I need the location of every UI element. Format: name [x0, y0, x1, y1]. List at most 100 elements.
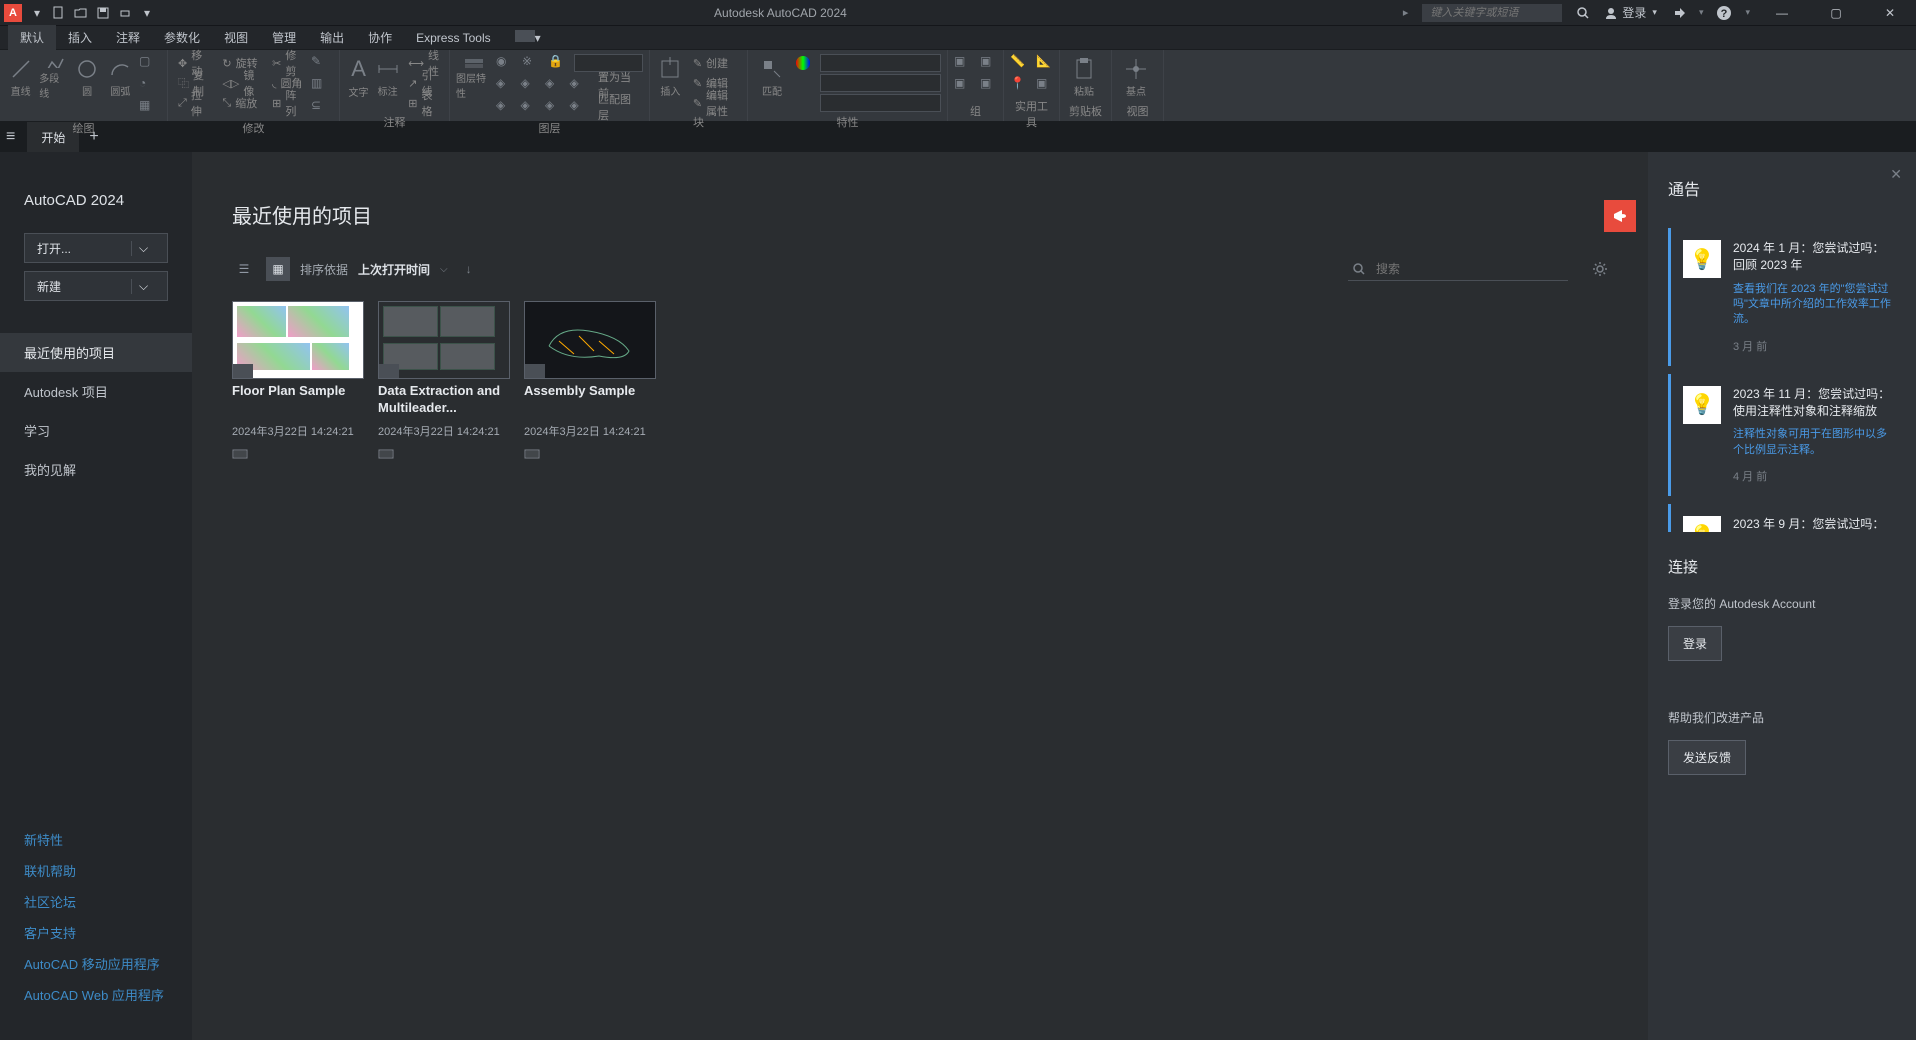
new-file-icon[interactable] [50, 4, 68, 22]
layer-btn-2[interactable]: ※ [522, 54, 544, 74]
draw-more-2[interactable]: ◔ [139, 76, 161, 96]
link-mobile[interactable]: AutoCAD 移动应用程序 [24, 948, 168, 979]
settings-icon[interactable] [1592, 261, 1608, 277]
project-card[interactable]: Floor Plan Sample 2024年3月22日 14:24:21 [232, 301, 364, 459]
close-panel-button[interactable]: ✕ [1890, 166, 1902, 183]
draw-more-3[interactable]: ▦ [139, 98, 161, 118]
paste-button[interactable]: 粘贴 [1066, 54, 1102, 100]
minimize-button[interactable]: — [1760, 0, 1804, 26]
qat-dropdown[interactable]: ▾ [28, 4, 46, 22]
menu-collab[interactable]: 协作 [356, 25, 404, 50]
menu-output[interactable]: 输出 [308, 25, 356, 50]
stretch-button[interactable]: ⤢ 拉伸 [174, 94, 214, 112]
sidebar-nav-autodesk[interactable]: Autodesk 项目 [0, 372, 192, 411]
line-button[interactable]: 直线 [6, 54, 35, 100]
layer-btn-4[interactable]: ◈ [496, 76, 517, 96]
layer-btn-9[interactable]: ◈ [521, 98, 542, 118]
group-2[interactable]: ▣ [954, 76, 976, 96]
login-button[interactable]: 登录 [1668, 626, 1722, 661]
login-menu[interactable]: 登录 ▾ [1604, 4, 1657, 21]
group-1[interactable]: ▣ [954, 54, 976, 74]
open-file-icon[interactable] [72, 4, 90, 22]
open-dropdown[interactable]: ⌵ [131, 241, 155, 256]
props-color[interactable] [794, 54, 816, 74]
util-1[interactable]: 📏 [1010, 54, 1032, 74]
notification-item[interactable]: 💡 2024 年 1 月：您尝试过吗：回顾 2023 年 查看我们在 2023 … [1668, 228, 1896, 366]
layer-btn-1[interactable]: ◉ [496, 54, 518, 74]
help-search-input[interactable] [1422, 4, 1562, 22]
layer-btn-7[interactable]: ◈ [570, 76, 591, 96]
new-button[interactable]: 新建 ⌵ [24, 271, 168, 301]
link-whatsnew[interactable]: 新特性 [24, 824, 168, 855]
polyline-button[interactable]: 多段线 [39, 54, 68, 100]
menu-default[interactable]: 默认 [8, 25, 56, 50]
match-props-button[interactable]: 匹配 [754, 54, 790, 100]
layer-match[interactable]: 匹配图层 [594, 98, 643, 116]
menu-insert[interactable]: 插入 [56, 25, 104, 50]
new-dropdown[interactable]: ⌵ [131, 279, 155, 294]
layer-btn-11[interactable]: ◈ [570, 98, 591, 118]
util-2[interactable]: 📍 [1010, 76, 1032, 96]
group-4[interactable]: ▣ [980, 76, 1002, 96]
circle-button[interactable]: 圆 [73, 54, 102, 100]
scale-button[interactable]: ⤡ 缩放 [218, 94, 264, 112]
basepoint-button[interactable]: 基点 [1118, 54, 1154, 100]
sort-direction-icon[interactable]: ↓ [466, 262, 472, 276]
menu-annotate[interactable]: 注释 [104, 25, 152, 50]
block-attr[interactable]: ✎ 编辑属性 [689, 94, 741, 112]
search-icon[interactable] [1574, 4, 1592, 22]
exchange-icon[interactable] [1669, 4, 1687, 22]
qat-more[interactable]: ▾ [138, 4, 156, 22]
maximize-button[interactable]: ▢ [1814, 0, 1858, 26]
close-button[interactable]: ✕ [1868, 0, 1912, 26]
insert-block-button[interactable]: 插入 [656, 54, 685, 100]
modify-more-1[interactable]: ✎ [311, 54, 333, 74]
link-web[interactable]: AutoCAD Web 应用程序 [24, 979, 168, 1010]
help-icon[interactable]: ? [1715, 4, 1733, 22]
project-search-input[interactable] [1348, 258, 1568, 281]
table-button[interactable]: ⊞ 表格 [404, 94, 443, 112]
arc-button[interactable]: 圆弧 [106, 54, 135, 100]
block-create[interactable]: ✎ 创建 [689, 54, 741, 72]
util-3[interactable]: 📐 [1036, 54, 1058, 74]
group-3[interactable]: ▣ [980, 54, 1002, 74]
modify-more-3[interactable]: ⊆ [311, 98, 333, 118]
sidebar-nav-learn[interactable]: 学习 [0, 411, 192, 450]
feedback-button[interactable]: 发送反馈 [1668, 740, 1746, 775]
props-dd-1[interactable] [820, 54, 941, 72]
draw-more-1[interactable]: ▢ [139, 54, 161, 74]
props-dd-3[interactable] [820, 94, 941, 112]
link-forum[interactable]: 社区论坛 [24, 886, 168, 917]
notification-item[interactable]: 💡 2023 年 9 月：您尝试过吗： [1668, 504, 1896, 532]
layer-btn-5[interactable]: ◈ [521, 76, 542, 96]
save-icon[interactable] [94, 4, 112, 22]
list-view-button[interactable]: ☰ [232, 257, 256, 281]
dimension-button[interactable]: 标注 [375, 54, 400, 100]
layer-btn-8[interactable]: ◈ [496, 98, 517, 118]
props-dd-2[interactable] [820, 74, 941, 92]
text-button[interactable]: A文字 [346, 54, 371, 100]
menu-view[interactable]: 视图 [212, 25, 260, 50]
notification-item[interactable]: 💡 2023 年 11 月：您尝试过吗：使用注释性对象和注释缩放 注释性对象可用… [1668, 374, 1896, 496]
notif-link[interactable]: 注释性对象可用于在图形中以多个比例显示注释。 [1733, 427, 1896, 458]
layer-btn-10[interactable]: ◈ [545, 98, 566, 118]
print-icon[interactable] [116, 4, 134, 22]
layer-btn-3[interactable]: 🔒 [548, 54, 570, 74]
project-card[interactable]: Assembly Sample 2024年3月22日 14:24:21 [524, 301, 656, 459]
menu-express[interactable]: Express Tools [404, 27, 502, 49]
modify-more-2[interactable]: ▥ [311, 76, 333, 96]
sort-arrow-icon[interactable]: ⌵ [440, 264, 448, 275]
layer-btn-6[interactable]: ◈ [545, 76, 566, 96]
sort-dropdown[interactable]: 上次打开时间 [358, 261, 430, 278]
util-4[interactable]: ▣ [1036, 76, 1058, 96]
pin-announcements-button[interactable] [1604, 200, 1636, 232]
link-help[interactable]: 联机帮助 [24, 855, 168, 886]
trim-button[interactable]: ✂ 修剪 [268, 54, 307, 72]
open-button[interactable]: 打开... ⌵ [24, 233, 168, 263]
app-icon[interactable]: A [4, 4, 22, 22]
sidebar-nav-insights[interactable]: 我的见解 [0, 450, 192, 489]
link-support[interactable]: 客户支持 [24, 917, 168, 948]
menu-featured[interactable]: ▾ [503, 26, 553, 49]
array-button[interactable]: ⊞ 阵列 [268, 94, 307, 112]
layer-props-button[interactable]: 图层特性 [456, 54, 492, 100]
